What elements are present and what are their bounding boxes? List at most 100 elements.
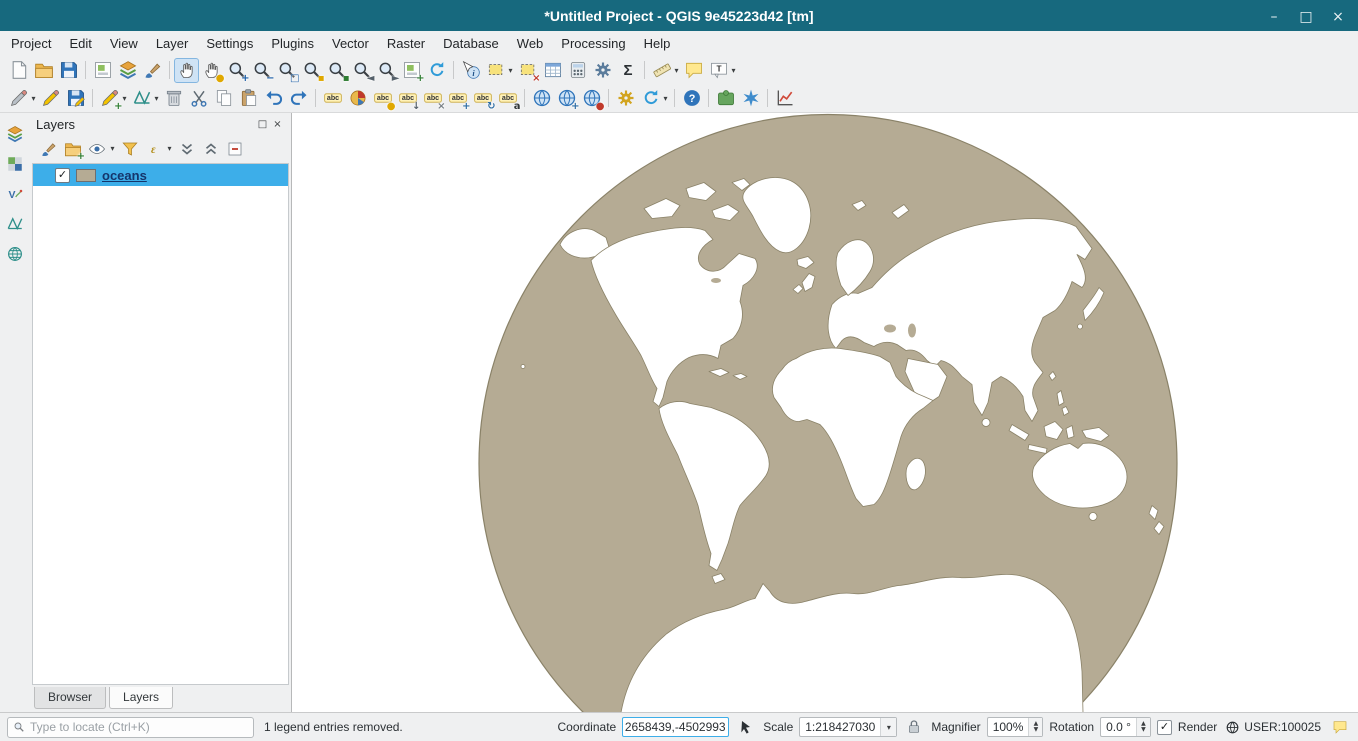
render-checkbox[interactable]: ✓ [1157,720,1172,735]
crs-button[interactable]: USER:100025 [1223,720,1323,735]
delete-selected-button[interactable] [161,86,186,111]
menu-edit[interactable]: Edit [60,33,100,54]
add-raster-layer-button[interactable] [2,151,28,177]
add-feature-button[interactable]: + [97,86,122,111]
vertex-tool-button[interactable] [129,86,154,111]
magnifier-spin-arrows[interactable]: ▲ ▼ [1028,718,1042,736]
scale-dropdown-arrow[interactable]: ▾ [880,718,896,736]
open-project-button[interactable] [31,58,56,83]
tab-browser[interactable]: Browser [34,687,106,709]
current-edits-button[interactable] [6,86,31,111]
filter-by-expression-button[interactable] [143,138,165,160]
paste-features-button[interactable] [236,86,261,111]
deselect-features-button[interactable]: × [515,58,540,83]
map-canvas[interactable] [292,113,1358,713]
layer-name[interactable]: oceans [102,168,147,183]
help-contents-button[interactable] [679,86,704,111]
undo-button[interactable] [261,86,286,111]
open-attribute-table-button[interactable] [540,58,565,83]
zoom-out-button[interactable]: − [249,58,274,83]
new-project-button[interactable] [6,58,31,83]
options-button[interactable] [590,58,615,83]
metasearch-button[interactable] [529,86,554,111]
move-label-button[interactable]: + [445,86,470,111]
menu-layer[interactable]: Layer [147,33,198,54]
filter-by-expression-dropdown[interactable]: ▾ [165,136,174,161]
menu-plugins[interactable]: Plugins [262,33,323,54]
add-wms-layer-button[interactable] [2,241,28,267]
pan-map-button[interactable] [174,58,199,83]
tab-layers[interactable]: Layers [109,687,173,709]
quickmapservices-button[interactable]: ● [579,86,604,111]
save-layer-edits-button[interactable] [63,86,88,111]
add-group-button[interactable]: + [62,138,84,160]
open-layer-styling-button[interactable] [38,138,60,160]
manage-map-themes-dropdown[interactable]: ▾ [108,136,117,161]
processing-history-button[interactable] [638,86,663,111]
magnifier-lock-button[interactable] [903,716,925,738]
add-mesh-layer-button[interactable] [2,211,28,237]
zoom-to-selection-button[interactable]: ▪ [299,58,324,83]
refresh-map-button[interactable] [424,58,449,83]
select-features-button[interactable] [483,58,508,83]
pan-to-selection-button[interactable]: ● [199,58,224,83]
menu-settings[interactable]: Settings [197,33,262,54]
collapse-all-button[interactable] [200,138,222,160]
menu-vector[interactable]: Vector [323,33,378,54]
pin-unpin-labels-button[interactable]: ↓ [395,86,420,111]
panel-float-button[interactable]: □ [255,117,270,132]
processing-toolbox-button[interactable] [613,86,638,111]
elevation-profile-button[interactable] [772,86,797,111]
zoom-to-layer-button[interactable]: ▪ [324,58,349,83]
style-manager-button[interactable] [140,58,165,83]
cut-features-button[interactable] [186,86,211,111]
layer-diagram-options-button[interactable] [345,86,370,111]
scale-combo[interactable]: 1:218427030 ▾ [799,717,897,737]
rotation-spin-arrows[interactable]: ▲ ▼ [1136,718,1150,736]
maximize-button[interactable]: □ [1292,4,1320,28]
remove-layer-button[interactable] [224,138,246,160]
new-print-layout-button[interactable] [90,58,115,83]
redo-button[interactable] [286,86,311,111]
measure-line-button[interactable] [649,58,674,83]
manage-map-themes-button[interactable] [86,138,108,160]
show-hide-labels-button[interactable]: × [420,86,445,111]
rotation-spinbox[interactable]: 0.0 ° ▲ ▼ [1100,717,1151,737]
close-button[interactable]: × [1324,4,1352,28]
magnifier-spinbox[interactable]: 100% ▲ ▼ [987,717,1044,737]
menu-web[interactable]: Web [508,33,553,54]
spin-down-icon[interactable]: ▼ [1034,727,1039,733]
text-annotation-button[interactable] [706,58,731,83]
panel-close-button[interactable]: × [270,117,285,132]
zoom-last-button[interactable]: ◄ [349,58,374,83]
data-source-manager-button[interactable] [2,121,28,147]
menu-database[interactable]: Database [434,33,508,54]
minimize-button[interactable]: – [1260,4,1288,28]
locate-search[interactable]: Type to locate (Ctrl+K) [7,717,254,738]
layer-row[interactable]: ✓ oceans [33,164,288,186]
filter-legend-button[interactable] [119,138,141,160]
layer-labeling-options-button[interactable] [320,86,345,111]
zoom-in-button[interactable]: + [224,58,249,83]
messages-button[interactable] [1329,716,1351,738]
show-layout-manager-button[interactable] [115,58,140,83]
highlight-pinned-labels-button[interactable]: ● [370,86,395,111]
plugin-python-console-button[interactable] [713,86,738,111]
geocoder-search-button[interactable]: + [554,86,579,111]
field-calculator-button[interactable] [565,58,590,83]
copy-features-button[interactable] [211,86,236,111]
rotate-label-button[interactable]: ↻ [470,86,495,111]
layer-checkbox[interactable]: ✓ [55,168,70,183]
add-vector-layer-button[interactable] [2,181,28,207]
change-label-button[interactable]: a [495,86,520,111]
zoom-next-button[interactable]: ► [374,58,399,83]
statistical-summary-button[interactable] [615,58,640,83]
identify-features-button[interactable] [458,58,483,83]
menu-raster[interactable]: Raster [378,33,434,54]
expand-all-button[interactable] [176,138,198,160]
zoom-full-button[interactable]: □ [274,58,299,83]
save-project-button[interactable] [56,58,81,83]
toggle-editing-button[interactable] [38,86,63,111]
menu-help[interactable]: Help [635,33,680,54]
spin-down-icon[interactable]: ▼ [1141,727,1146,733]
